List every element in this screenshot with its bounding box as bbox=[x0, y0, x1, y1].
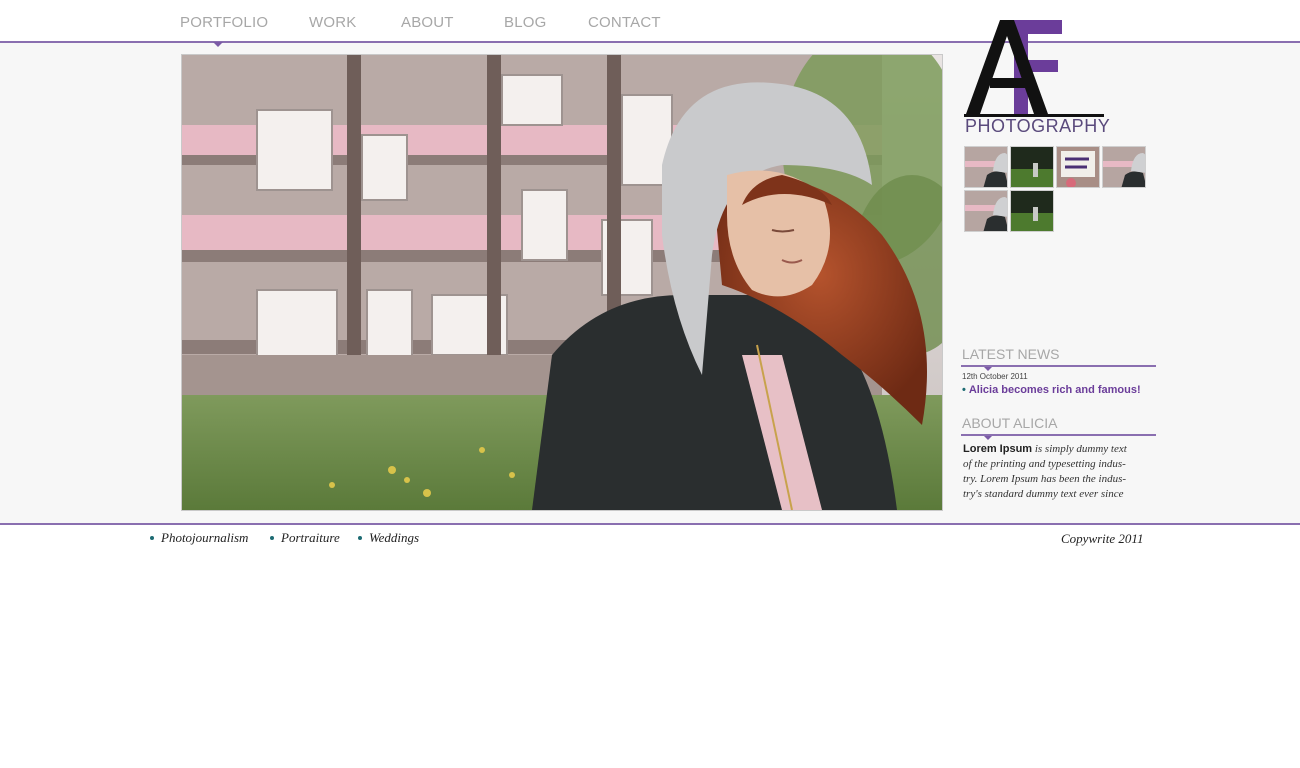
about-body-1: is simply dummy text bbox=[1032, 443, 1127, 455]
about-line-4: try's standard dummy text ever since bbox=[963, 488, 1124, 500]
photo-hooded-woman-icon bbox=[182, 55, 942, 510]
thumbnail-2[interactable] bbox=[1010, 146, 1054, 188]
bullet-icon bbox=[270, 536, 274, 541]
copyright-text: Copywrite 2011 bbox=[1061, 531, 1144, 546]
thumbnail-5[interactable] bbox=[964, 190, 1008, 232]
thumb-hooded-woman-icon bbox=[965, 147, 1007, 187]
about-line-1: Lorem Ipsum is simply dummy text bbox=[963, 442, 1153, 457]
about-text: Lorem Ipsum is simply dummy text of the … bbox=[963, 442, 1153, 502]
about-line-2: of the printing and typesetting indus- bbox=[963, 458, 1126, 470]
thumbnail-4[interactable] bbox=[1102, 146, 1146, 188]
brand-logo[interactable]: PHOTOGRAPHY bbox=[962, 16, 1111, 140]
footer-link-label: Weddings bbox=[369, 530, 420, 545]
news-headline: Alicia becomes rich and famous! bbox=[968, 384, 1141, 396]
bullet-icon bbox=[150, 536, 154, 541]
section-pointer-icon bbox=[984, 436, 992, 440]
thumb-protest-sign-icon bbox=[1057, 147, 1099, 187]
thumb-park-icon bbox=[1011, 147, 1053, 187]
nav-portfolio[interactable]: PORTFOLIO bbox=[180, 14, 268, 31]
nav-blog[interactable]: BLOG bbox=[504, 14, 546, 31]
thumb-park-icon bbox=[1011, 191, 1053, 231]
about-heading: ABOUT ALICIA bbox=[962, 415, 1058, 431]
news-date: 12th October 2011 bbox=[962, 372, 1028, 381]
about-lead: Lorem Ipsum bbox=[963, 443, 1033, 455]
bullet-icon bbox=[358, 536, 362, 541]
active-nav-indicator-icon bbox=[213, 42, 223, 47]
about-line-3: try. Lorem Ipsum has been the indus- bbox=[963, 473, 1127, 485]
bullet-icon: • bbox=[962, 384, 966, 396]
thumb-hooded-woman-icon bbox=[965, 191, 1007, 231]
thumbnail-6[interactable] bbox=[1010, 190, 1054, 232]
footer-link-label: Portraiture bbox=[281, 530, 340, 545]
thumbnail-1[interactable] bbox=[964, 146, 1008, 188]
latest-news-heading: LATEST NEWS bbox=[962, 346, 1060, 362]
hero-photo bbox=[181, 54, 943, 511]
footer-divider bbox=[0, 523, 1300, 525]
af-monogram-icon bbox=[966, 20, 1062, 114]
nav-about[interactable]: ABOUT bbox=[401, 14, 454, 31]
thumb-hooded-woman-icon bbox=[1103, 147, 1145, 187]
logo-text: PHOTOGRAPHY bbox=[965, 116, 1111, 136]
nav-work[interactable]: WORK bbox=[309, 14, 356, 31]
footer-link-label: Photojournalism bbox=[161, 530, 249, 545]
footer-link-portraiture[interactable]: Portraiture bbox=[270, 530, 340, 546]
thumbnail-3[interactable] bbox=[1056, 146, 1100, 188]
section-pointer-icon bbox=[984, 367, 992, 371]
footer-link-weddings[interactable]: Weddings bbox=[358, 530, 419, 546]
news-headline-link[interactable]: • Alicia becomes rich and famous! bbox=[962, 384, 1141, 396]
footer-link-photojournalism[interactable]: Photojournalism bbox=[150, 530, 248, 546]
nav-contact[interactable]: CONTACT bbox=[588, 14, 661, 31]
